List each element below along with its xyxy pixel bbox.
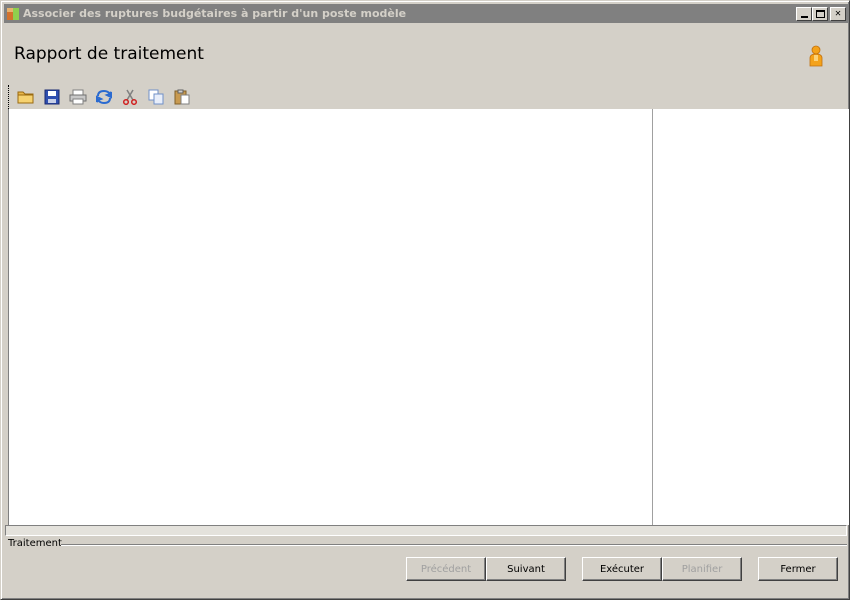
previous-button[interactable]: Précédent [406, 557, 486, 581]
print-icon[interactable] [69, 88, 87, 106]
report-main-pane[interactable] [9, 109, 652, 525]
report-content [8, 109, 849, 525]
schedule-button[interactable]: Planifier [662, 557, 742, 581]
title-bar[interactable]: Associer des ruptures budgétaires à part… [4, 4, 848, 23]
minimize-button[interactable] [796, 6, 812, 21]
minimize-icon [800, 15, 808, 18]
main-window: Associer des ruptures budgétaires à part… [0, 0, 850, 600]
toolbar [8, 85, 199, 109]
save-icon[interactable] [43, 88, 61, 106]
window-title: Associer des ruptures budgétaires à part… [23, 7, 407, 20]
paste-icon[interactable] [173, 88, 191, 106]
execute-button[interactable]: Exécuter [582, 557, 662, 581]
copy-icon[interactable] [147, 88, 165, 106]
app-icon [5, 6, 21, 22]
maximize-button[interactable] [812, 6, 828, 21]
next-button[interactable]: Suivant [486, 557, 566, 581]
report-side-pane[interactable] [653, 109, 849, 525]
refresh-icon[interactable] [95, 88, 113, 106]
close-window-button[interactable]: ✕ [830, 6, 846, 21]
toolbar-grip[interactable] [8, 85, 11, 109]
page-title: Rapport de traitement [14, 44, 204, 64]
cut-icon[interactable] [121, 88, 139, 106]
group-divider [61, 544, 847, 546]
horizontal-scrollbar[interactable] [5, 525, 847, 536]
maximize-icon [815, 9, 825, 18]
close-button[interactable]: Fermer [758, 557, 838, 581]
user-icon[interactable] [807, 45, 825, 67]
group-label: Traitement [8, 538, 62, 549]
window-controls: ✕ [796, 6, 846, 21]
open-folder-icon[interactable] [17, 88, 35, 106]
close-icon: ✕ [834, 7, 842, 19]
